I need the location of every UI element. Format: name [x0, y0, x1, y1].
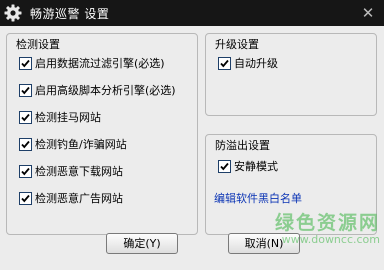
checkmark-icon	[21, 86, 30, 94]
checkbox-label: 自动升级	[234, 57, 278, 70]
checkbox-label: 安静模式	[234, 160, 278, 173]
ok-button[interactable]: 确定(Y)	[106, 233, 178, 254]
checkbox[interactable]	[19, 110, 32, 124]
checkbox-label: 检测钓鱼/诈骗网站	[35, 138, 127, 151]
checkbox[interactable]	[218, 56, 231, 70]
checkmark-icon	[21, 167, 30, 175]
watermark-url: www.downcc.com	[281, 233, 380, 246]
detection-option[interactable]: 检测恶意广告网站	[19, 190, 123, 206]
checkbox[interactable]	[19, 137, 32, 151]
detection-option[interactable]: 启用高级脚本分析引擎(必选)	[19, 82, 176, 98]
settings-dialog-body: 检测设置 启用数据流过滤引擎(必选) 启用高级脚本分析引擎(必选) 检测挂马网站检测…	[0, 26, 384, 270]
detection-option[interactable]: 检测挂马网站	[19, 109, 101, 125]
checkbox[interactable]	[19, 191, 32, 205]
detection-option[interactable]: 检测恶意下载网站	[19, 163, 123, 179]
checkbox-label: 检测恶意下载网站	[35, 165, 123, 178]
checkbox-label: 检测挂马网站	[35, 111, 101, 124]
checkbox[interactable]	[218, 159, 231, 173]
window-title: 畅游巡警 设置	[30, 7, 110, 21]
checkbox[interactable]	[19, 164, 32, 178]
checkmark-icon	[220, 162, 229, 170]
detection-option[interactable]: 启用数据流过滤引擎(必选)	[19, 55, 165, 71]
detection-settings-title: 检测设置	[15, 36, 61, 52]
checkmark-icon	[21, 113, 30, 121]
overflow-option[interactable]: 安静模式	[218, 158, 278, 174]
checkmark-icon	[220, 59, 229, 67]
gear-icon	[4, 4, 22, 22]
checkmark-icon	[21, 194, 30, 202]
upgrade-settings-title: 升级设置	[214, 36, 260, 52]
watermark: 绿色资源网 www.downcc.com	[232, 208, 380, 246]
overflow-settings-title: 防溢出设置	[214, 137, 271, 153]
edit-blacklist-link[interactable]: 编辑软件黑白名单	[214, 190, 302, 206]
checkbox-label: 启用数据流过滤引擎(必选)	[35, 57, 165, 70]
checkbox-label: 检测恶意广告网站	[35, 192, 123, 205]
upgrade-settings-group: 升级设置 自动升级	[205, 33, 377, 116]
title-bar[interactable]: 畅游巡警 设置 ✕	[0, 0, 384, 26]
upgrade-option[interactable]: 自动升级	[218, 55, 278, 71]
close-button[interactable]: ✕	[357, 3, 379, 23]
detection-settings-group: 检测设置 启用数据流过滤引擎(必选) 启用高级脚本分析引擎(必选) 检测挂马网站检测…	[6, 33, 198, 235]
checkbox-label: 启用高级脚本分析引擎(必选)	[35, 84, 176, 97]
checkbox[interactable]	[19, 83, 32, 97]
watermark-title: 绿色资源网	[274, 212, 380, 234]
checkmark-icon	[21, 140, 30, 148]
detection-option[interactable]: 检测钓鱼/诈骗网站	[19, 136, 127, 152]
checkbox[interactable]	[19, 56, 32, 70]
checkmark-icon	[21, 59, 30, 67]
